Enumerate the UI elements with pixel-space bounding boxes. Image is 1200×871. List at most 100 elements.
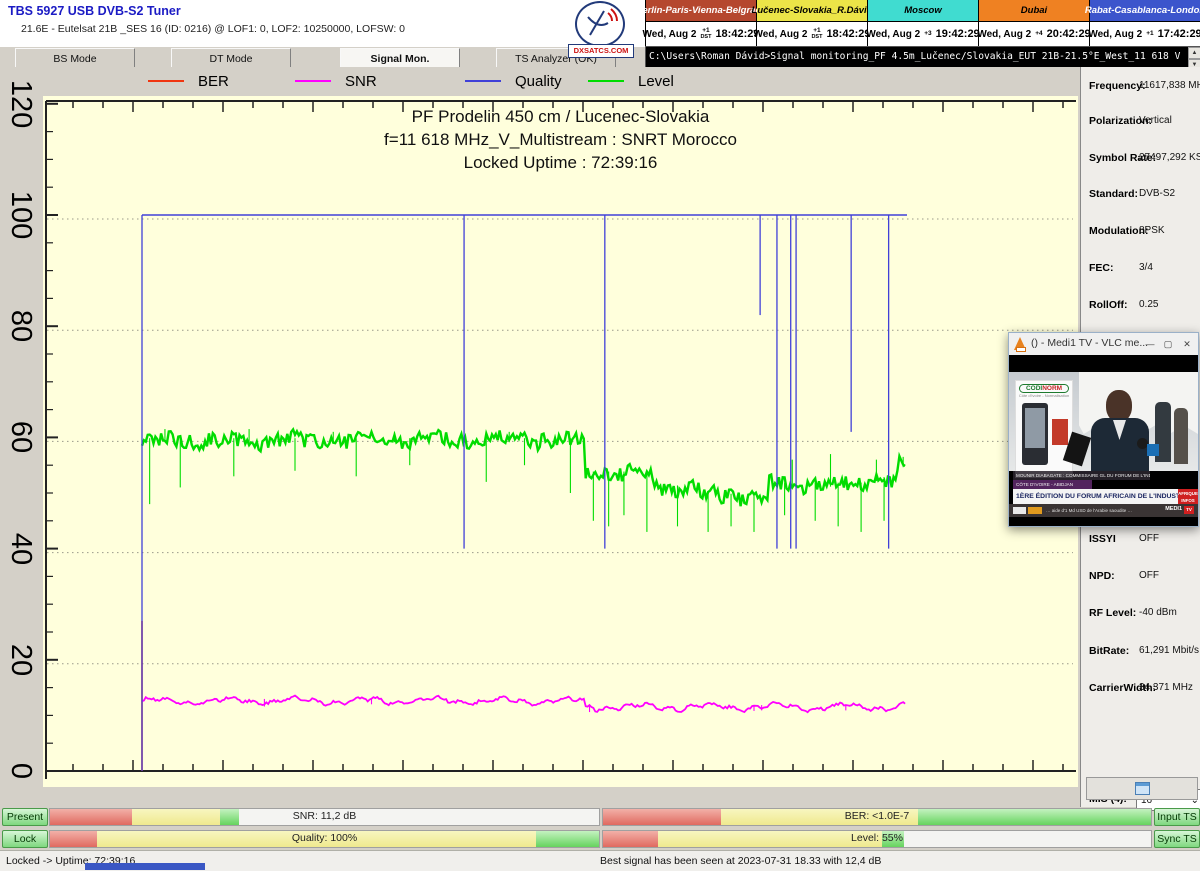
news-ticker: … aide d'1 Md USD de l'Arabie saoudite …… [1009,504,1198,517]
param-value: Vertical [1139,115,1172,126]
param-value: 27497,292 KS/s [1139,152,1200,163]
y-axis-label-60: 60 [3,419,39,455]
scroll-up-icon[interactable]: ▲ [1188,47,1200,59]
param-value: -40 dBm [1139,607,1177,618]
clock-utc-offset: +4 [1035,31,1042,38]
clock-date: Wed, Aug 2 [977,29,1031,40]
phone-graphic [1022,403,1048,465]
param-label: RollOff: [1089,299,1128,311]
y-axis-label-100: 100 [3,197,39,233]
param-value: 8PSK [1139,225,1165,236]
chart-titles: PF Prodelin 450 cm / Lucenec-Slovakia f=… [43,105,1078,174]
param-label: RF Level: [1089,607,1136,619]
param-fec: FEC:3/4 [1081,262,1200,276]
clock-2: Lučenec-Slovakia_R.DávidWed, Aug 2+1DST1… [757,0,868,47]
ticker-text: … aide d'1 Md USD de l'Arabie saoudite … [1046,507,1164,514]
input-ts-button[interactable]: Input TS [1154,808,1200,826]
param-symbolrate: Symbol Rate:27497,292 KS/s [1081,152,1200,166]
clock-utc-offset: +1 [1146,31,1153,38]
param-carrierwidth: CarrierWidth:34,371 MHz [1081,682,1200,696]
param-value: 11617,838 MHz [1139,80,1200,91]
level-bar: Level: 55% [602,830,1152,848]
vlc-video-area[interactable]: CODINORM Côte d'Ivoire - Normalisation M… [1009,355,1198,526]
afrique-infos-badge: AFRIQUE INFOS [1178,489,1198,505]
clock-date: Wed, Aug 2 [643,29,697,40]
clock-time: Wed, Aug 2+1DST18:42:29 [646,22,756,46]
clock-utc-offset: +1DST [700,28,711,40]
signal-chart [43,96,1078,787]
dst-flag: DST [700,35,711,41]
param-label: Frequency: [1089,80,1146,92]
param-modulation: Modulation:8PSK [1081,225,1200,239]
close-button[interactable]: ✕ [1179,336,1195,352]
sync-ts-button[interactable]: Sync TS [1154,830,1200,848]
codinorm-banner: CODINORM Côte d'Ivoire - Normalisation [1015,380,1073,478]
param-label: Standard: [1089,188,1138,200]
mode-tabs: BS ModeDT ModeSignal Mon.TS Analyzer (OK… [0,47,645,67]
best-signal-status: Best signal has been seen at 2023-07-31 … [600,855,881,867]
param-rflevel: RF Level:-40 dBm [1081,607,1200,621]
maximize-button[interactable]: ▢ [1160,336,1176,352]
logo-text: DXSATCS.COM [568,44,634,58]
clock-date: Wed, Aug 2 [866,29,920,40]
satellite-dish-icon [575,1,625,47]
y-axis-label-120: 120 [3,86,39,122]
offset-value: +4 [1035,31,1042,38]
ticker-tag-chip [1028,507,1042,514]
bystander-silhouette [1174,408,1188,464]
y-axis-label-0: 0 [3,753,39,789]
clock-hms: 18:42:29 [826,28,870,40]
bar-value-label: Level: 55% [603,832,1151,844]
y-axis-label-40: 40 [3,531,39,567]
param-label: FEC: [1089,262,1114,274]
panel-bottom-button[interactable] [1086,777,1198,800]
red-poster [1052,419,1068,445]
chart-title-line3: Locked Uptime : 72:39:16 [43,151,1078,174]
vlc-window[interactable]: () - Medi1 TV - VLC me... — ▢ ✕ CODINORM… [1008,332,1199,527]
param-value: DVB-S2 [1139,188,1175,199]
clock-hms: 20:42:29 [1047,28,1091,40]
legend-item-ber: BER [148,73,229,89]
console-command-text: C:\Users\Roman Dávid>Signal monitoring_P… [649,51,1183,62]
tab-bs-mode[interactable]: BS Mode [15,48,135,69]
param-rolloff: RollOff:0.25 [1081,299,1200,313]
clock-city-label: Rabat-Casablanca-London [1090,0,1200,22]
param-value: OFF [1139,570,1159,581]
param-label: NPD: [1089,570,1115,582]
legend-label: Quality [515,73,562,90]
bar-value-label: Quality: 100% [50,832,599,844]
offset-value: +1 [1146,31,1153,38]
tab-signal-mon-[interactable]: Signal Mon. [340,48,460,69]
param-label: BitRate: [1089,645,1129,657]
tuner-subtitle: 21.6E - Eutelsat 21B _SES 16 (ID: 0216) … [21,23,405,35]
clock-time: Wed, Aug 2+319:42:29 [868,22,978,46]
minimize-button[interactable]: — [1142,336,1158,352]
ber-bar: BER: <1.0E-7 [602,808,1152,826]
present-button[interactable]: Present [2,808,48,826]
microphone-cube-icon [1147,444,1159,456]
lower-third-name: MOUNIR DIABAGATE : COMMISSAIRE GL DU FOR… [1013,471,1150,480]
medi1-tv-badge: TV [1184,506,1194,514]
param-value: 61,291 Mbit/s [1139,645,1199,656]
medi1-logo: MEDI1 [1165,506,1182,512]
vlc-window-title: () - Medi1 TV - VLC me... [1031,337,1148,349]
codinorm-logo-text: CODINORM [1019,384,1069,393]
chart-title-line1: PF Prodelin 450 cm / Lucenec-Slovakia [43,105,1078,128]
bar-value-label: BER: <1.0E-7 [603,810,1151,822]
codinorm-subtext: Côte d'Ivoire - Normalisation [1016,393,1072,398]
lock-button[interactable]: Lock [2,830,48,848]
y-axis-label-80: 80 [3,308,39,344]
window-icon [1135,782,1150,795]
clock-hms: 17:42:29 [1158,28,1200,40]
clock-1: Berlin-Paris-Vienna-BelgradeWed, Aug 2+1… [646,0,757,47]
tab-dt-mode[interactable]: DT Mode [171,48,291,69]
clock-hms: 19:42:29 [936,28,980,40]
legend-item-level: Level [588,73,674,89]
param-frequency: Frequency:11617,838 MHz [1081,80,1200,94]
param-value: 34,371 MHz [1139,682,1193,693]
vlc-titlebar[interactable]: () - Medi1 TV - VLC me... — ▢ ✕ [1009,333,1198,355]
clock-time: Wed, Aug 2 +4 20:42:29 [979,22,1089,46]
signal-chart-region: BERSNRQualityLevel PF Prodelin 450 cm / … [0,67,1080,807]
legend-swatch-level [588,80,624,82]
console-scrollbar[interactable]: ▲ ▼ [1188,47,1200,67]
